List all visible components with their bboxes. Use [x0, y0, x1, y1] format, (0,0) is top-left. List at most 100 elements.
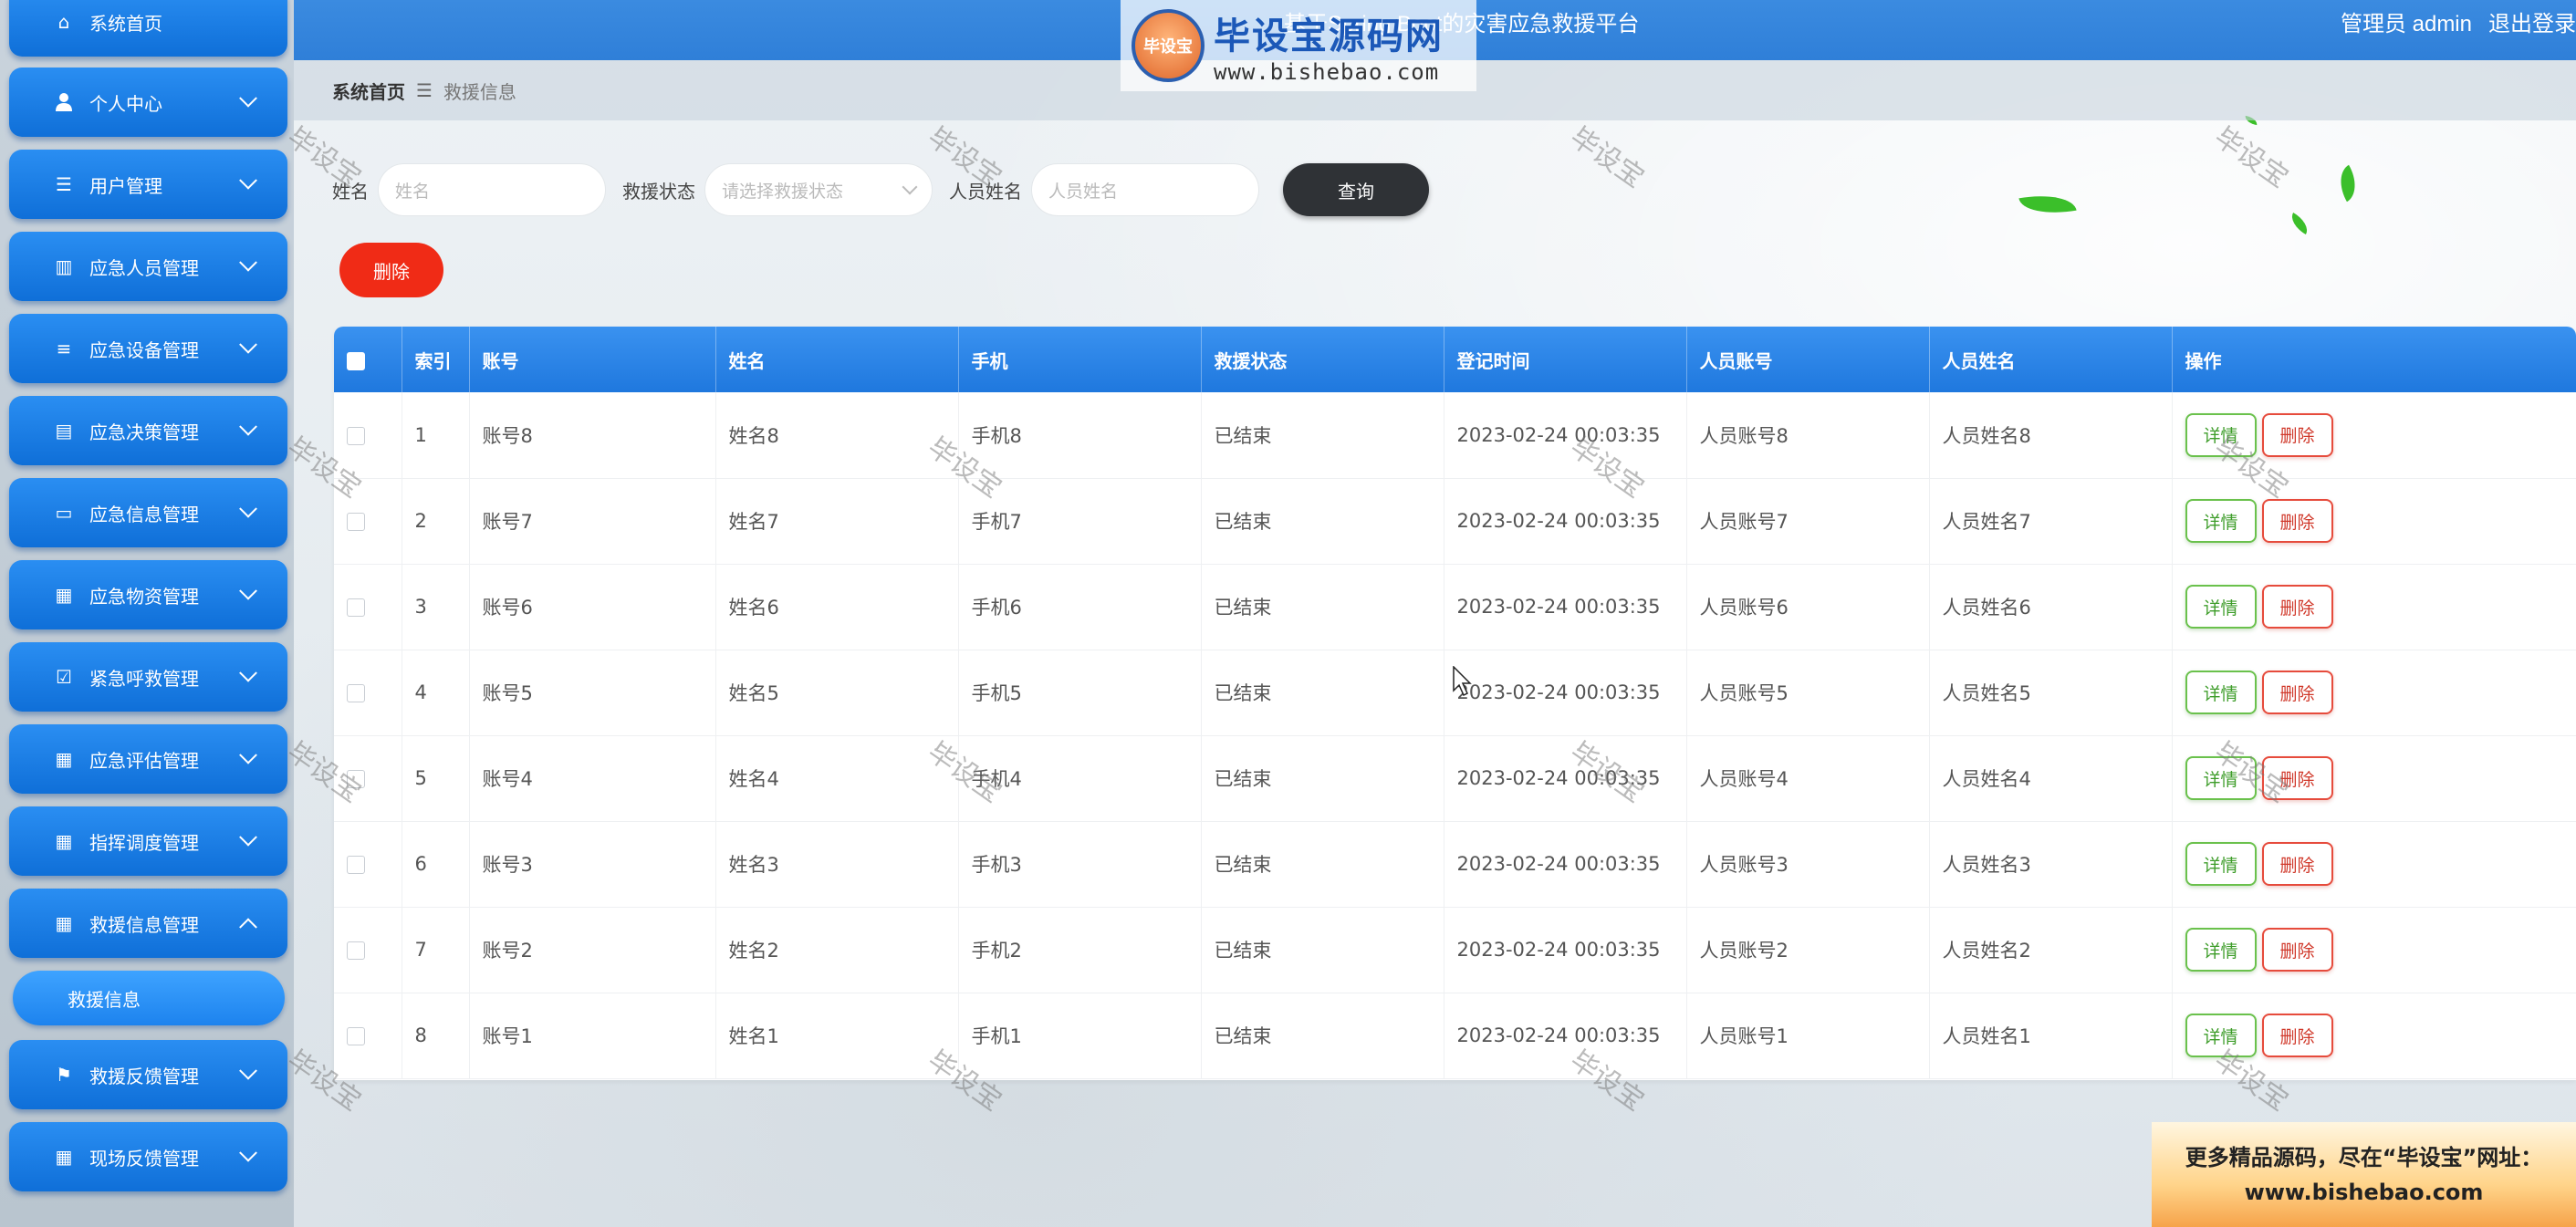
sidebar-item-rescue-feedback[interactable]: ⚑ 救援反馈管理 — [9, 1040, 287, 1109]
user-area: 管理员 admin 退出登录 — [2324, 5, 2576, 37]
sidebar-item-emergency-equipment[interactable]: ≡ 应急设备管理 — [9, 314, 287, 383]
cell-staff-account: 人员账号1 — [1686, 993, 1930, 1078]
query-button[interactable]: 查询 — [1283, 163, 1429, 216]
status-select-placeholder: 请选择救援状态 — [722, 181, 844, 202]
printer-icon: ▤ — [55, 420, 73, 442]
rescue-info-table: 索引 账号 姓名 手机 救援状态 登记时间 人员账号 人员姓名 操作 1 账号8 姓… — [334, 327, 2576, 1080]
cell-status: 已结束 — [1201, 993, 1444, 1078]
delete-button[interactable]: 删除 — [2261, 499, 2333, 543]
cell-status: 已结束 — [1201, 564, 1444, 650]
chevron-down-icon — [239, 417, 257, 436]
sidebar-item-personal-center[interactable]: 个人中心 — [9, 68, 287, 137]
sidebar-item-emergency-info[interactable]: ▭ 应急信息管理 — [9, 478, 287, 547]
row-checkbox[interactable] — [347, 941, 365, 960]
delete-button[interactable]: 删除 — [2261, 756, 2333, 800]
actions-cell: 详情 删除 — [2172, 907, 2576, 993]
clipboard-check-icon: ☑ — [56, 666, 72, 688]
cell-phone: 手机4 — [958, 735, 1202, 821]
chevron-down-icon — [239, 663, 257, 682]
row-checkbox[interactable] — [347, 856, 365, 874]
sidebar-item-site-feedback[interactable]: ▦ 现场反馈管理 — [9, 1122, 287, 1191]
delete-button[interactable]: 删除 — [2261, 1014, 2333, 1057]
sidebar-item-label: 救援信息管理 — [89, 913, 199, 936]
cell-staff-account: 人员账号3 — [1686, 821, 1930, 907]
row-checkbox[interactable] — [347, 598, 365, 617]
column-header: 登记时间 — [1444, 327, 1687, 392]
cell-index: 4 — [402, 650, 470, 735]
delete-button[interactable]: 删除 — [2261, 671, 2333, 714]
sidebar-item-rescue-info-management[interactable]: ▦ 救援信息管理 — [9, 889, 287, 958]
row-checkbox[interactable] — [347, 684, 365, 702]
select-all-checkbox[interactable] — [347, 351, 365, 370]
sidebar-item-label: 用户管理 — [89, 174, 162, 197]
cell-account: 账号5 — [469, 650, 716, 735]
grid-icon: ▦ — [55, 1146, 73, 1168]
chevron-down-icon — [902, 179, 918, 195]
user-icon — [53, 91, 75, 113]
cell-time: 2023-02-24 00:03:35 — [1444, 993, 1687, 1078]
watermark-logo-url: www.bishebao.com — [1214, 59, 1440, 85]
name-search-input[interactable]: 姓名 — [378, 163, 606, 216]
actions-cell: 详情 删除 — [2172, 993, 2576, 1078]
clipboard-icon: ▦ — [55, 584, 73, 606]
detail-button[interactable]: 详情 — [2185, 1014, 2257, 1057]
sidebar-item-emergency-decision[interactable]: ▤ 应急决策管理 — [9, 396, 287, 465]
cell-time: 2023-02-24 00:03:35 — [1444, 821, 1687, 907]
staff-search-placeholder: 人员姓名 — [1048, 181, 1119, 202]
cell-staff-account: 人员账号8 — [1686, 392, 1930, 478]
promo-banner[interactable]: 更多精品源码，尽在“毕设宝”网址： www.bishebao.com — [2152, 1122, 2576, 1227]
actions-cell: 详情 删除 — [2172, 564, 2576, 650]
row-checkbox[interactable] — [347, 513, 365, 531]
breadcrumb-home[interactable]: 系统首页 — [332, 78, 405, 104]
status-select[interactable]: 请选择救援状态 — [704, 163, 933, 216]
search-form: 姓名 姓名 救援状态 请选择救援状态 人员姓名 人员姓名 查询 — [332, 162, 1429, 217]
sidebar-item-emergency-call[interactable]: ☑ 紧急呼救管理 — [9, 642, 287, 712]
delete-button[interactable]: 删除 — [2261, 412, 2333, 457]
table-row: 7 账号2 姓名2 手机2 已结束 2023-02-24 00:03:35 人员账号2 人员姓… — [334, 907, 2576, 993]
detail-button[interactable]: 详情 — [2185, 842, 2257, 886]
delete-button[interactable]: 删除 — [2261, 928, 2333, 972]
row-checkbox[interactable] — [347, 770, 365, 788]
sidebar-item-command-dispatch[interactable]: ▦ 指挥调度管理 — [9, 806, 287, 876]
cell-phone: 手机5 — [958, 650, 1202, 735]
cell-index: 3 — [402, 564, 470, 650]
cell-phone: 手机6 — [958, 564, 1202, 650]
detail-button[interactable]: 详情 — [2185, 671, 2257, 714]
cell-status: 已结束 — [1201, 821, 1444, 907]
sidebar-item-emergency-staff[interactable]: ▥ 应急人员管理 — [9, 232, 287, 301]
sidebar-item-emergency-supplies[interactable]: ▦ 应急物资管理 — [9, 560, 287, 629]
staff-search-input[interactable]: 人员姓名 — [1031, 163, 1259, 216]
chevron-down-icon — [239, 581, 257, 600]
detail-button[interactable]: 详情 — [2185, 412, 2257, 457]
sidebar: ⌂ 系统首页 个人中心 ☰ 用户管理 ▥ 应急人员管理 ≡ 应急设备管理 ▤ 应… — [0, 0, 294, 1227]
sidebar-item-user-management[interactable]: ☰ 用户管理 — [9, 150, 287, 219]
row-select-cell — [334, 564, 402, 650]
select-all-cell — [334, 327, 402, 392]
cell-name: 姓名6 — [715, 564, 959, 650]
batch-delete-button[interactable]: 删除 — [339, 243, 443, 297]
delete-button[interactable]: 删除 — [2261, 842, 2333, 886]
detail-button[interactable]: 详情 — [2185, 756, 2257, 800]
sidebar-item-home[interactable]: ⌂ 系统首页 — [9, 0, 287, 57]
table-row: 1 账号8 姓名8 手机8 已结束 2023-02-24 00:03:35 人员账号8 人员姓… — [334, 392, 2576, 478]
delete-button[interactable]: 删除 — [2261, 585, 2333, 629]
sidebar-item-label: 应急设备管理 — [89, 338, 199, 361]
detail-button[interactable]: 详情 — [2185, 585, 2257, 629]
chevron-down-icon — [239, 253, 257, 272]
cell-time: 2023-02-24 00:03:35 — [1444, 650, 1687, 735]
row-select-cell — [334, 392, 402, 478]
sidebar-item-label: 个人中心 — [89, 92, 162, 115]
row-checkbox[interactable] — [347, 1027, 365, 1045]
detail-button[interactable]: 详情 — [2185, 499, 2257, 543]
cell-phone: 手机8 — [958, 392, 1202, 478]
detail-button[interactable]: 详情 — [2185, 928, 2257, 972]
column-header: 操作 — [2172, 327, 2576, 392]
watermark-logo: 毕设宝 毕设宝源码网 www.bishebao.com — [1121, 0, 1476, 91]
actions-cell: 详情 删除 — [2172, 478, 2576, 564]
sidebar-item-emergency-assessment[interactable]: ▦ 应急评估管理 — [9, 724, 287, 794]
cell-staff-name: 人员姓名5 — [1929, 650, 2173, 735]
logout-link[interactable]: 退出登录 — [2488, 12, 2576, 36]
sidebar-subitem-rescue-info[interactable]: 救援信息 — [13, 971, 285, 1025]
row-checkbox[interactable] — [347, 426, 365, 445]
column-header: 人员账号 — [1686, 327, 1930, 392]
